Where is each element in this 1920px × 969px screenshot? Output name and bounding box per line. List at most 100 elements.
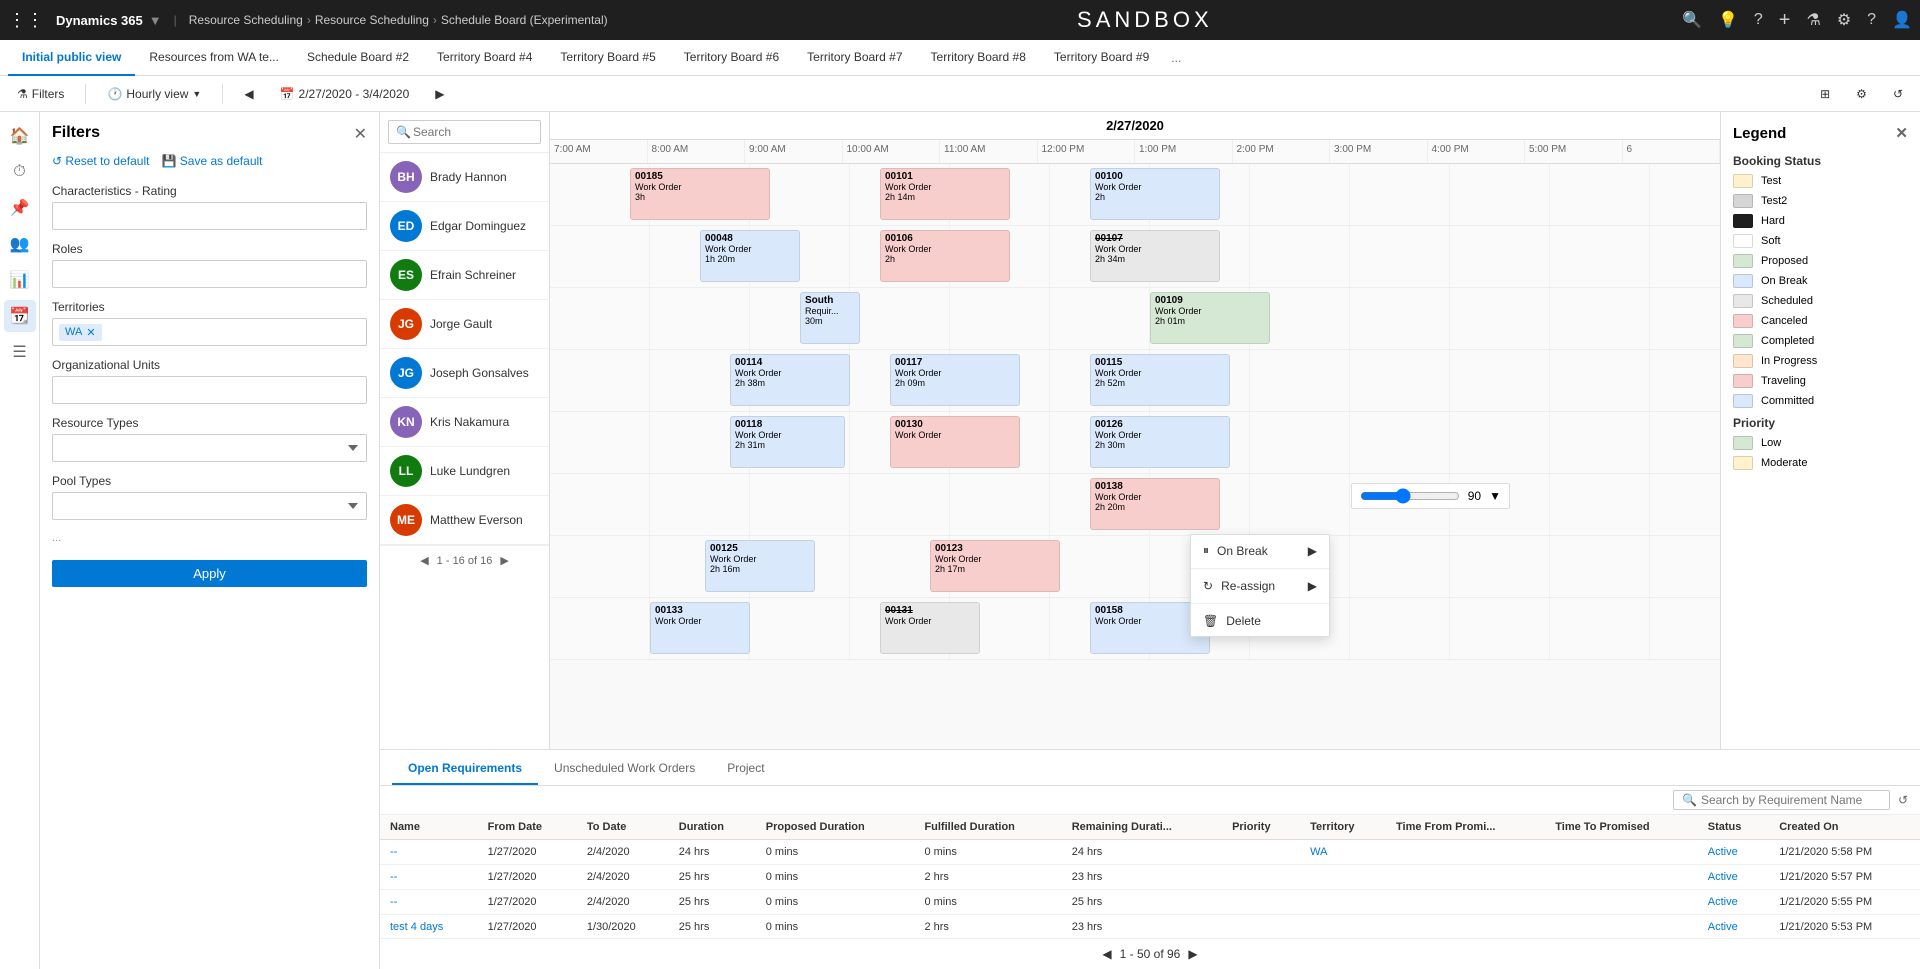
sidebar-home[interactable]: 🏠 [4, 120, 36, 152]
requirement-search-input[interactable] [1701, 793, 1881, 807]
work-order-block[interactable]: 00126Work Order2h 30m [1090, 416, 1230, 468]
status-link[interactable]: Active [1708, 871, 1738, 883]
plus-icon[interactable]: + [1779, 9, 1791, 32]
work-order-block[interactable]: 00115Work Order2h 52m [1090, 354, 1230, 406]
tab-more[interactable]: ... [1163, 51, 1189, 65]
territory-tag-remove[interactable]: ✕ [86, 326, 95, 339]
apps-icon[interactable]: ⋮⋮ [8, 10, 44, 31]
table-cell[interactable]: -- [380, 890, 478, 915]
requirement-link[interactable]: -- [390, 896, 397, 908]
prev-date-button[interactable]: ◀ [235, 82, 262, 106]
table-cell[interactable]: -- [380, 865, 478, 890]
resource-item[interactable]: BH Brady Hannon [380, 153, 549, 202]
chevron-down-icon2[interactable]: ▼ [1489, 489, 1501, 503]
expand-icon[interactable]: ⊞ [1811, 82, 1839, 106]
roles-input[interactable] [52, 260, 367, 288]
work-order-block[interactable]: 00131Work Order [880, 602, 980, 654]
refresh-icon[interactable]: ↺ [1884, 82, 1912, 106]
hourly-view-button[interactable]: 🕐 Hourly view ▼ [98, 82, 210, 106]
work-order-block[interactable]: 00123Work Order2h 17m [930, 540, 1060, 592]
filter-icon[interactable]: ⚗ [1806, 10, 1820, 30]
requirement-link[interactable]: test 4 days [390, 921, 443, 933]
table-cell[interactable]: -- [380, 840, 478, 865]
tab-schedule-board-2[interactable]: Schedule Board #2 [293, 40, 423, 76]
refresh-icon2[interactable]: ↺ [1898, 793, 1908, 807]
sidebar-recent[interactable]: ⏱ [4, 156, 36, 188]
requirement-link[interactable]: -- [390, 871, 397, 883]
sidebar-calendar[interactable]: 📆 [4, 300, 36, 332]
tab-territory-9[interactable]: Territory Board #9 [1040, 40, 1163, 76]
tab-territory-7[interactable]: Territory Board #7 [793, 40, 916, 76]
tab-resources-wa[interactable]: Resources from WA te... [135, 40, 293, 76]
work-order-block[interactable]: 00118Work Order2h 31m [730, 416, 845, 468]
characteristics-input[interactable] [52, 202, 367, 230]
work-order-block[interactable]: 00100Work Order2h [1090, 168, 1220, 220]
tab-territory-6[interactable]: Territory Board #6 [670, 40, 793, 76]
tab-open-requirements[interactable]: Open Requirements [392, 761, 538, 785]
resource-item[interactable]: JG Joseph Gonsalves [380, 349, 549, 398]
resource-item[interactable]: ME Matthew Everson [380, 496, 549, 545]
resource-types-select[interactable] [52, 434, 367, 462]
work-order-block[interactable]: 00185Work Order3h [630, 168, 770, 220]
lightbulb-icon[interactable]: 💡 [1718, 10, 1738, 30]
work-order-block[interactable]: 00138Work Order2h 20m [1090, 478, 1220, 530]
save-default-button[interactable]: 💾 Save as default [161, 154, 262, 168]
tab-territory-8[interactable]: Territory Board #8 [917, 40, 1040, 76]
filter-close-button[interactable]: ✕ [354, 124, 367, 144]
requirement-link[interactable]: -- [390, 846, 397, 858]
tab-initial-public-view[interactable]: Initial public view [8, 40, 135, 76]
brand-label[interactable]: Dynamics 365 ▼ [56, 13, 162, 28]
next-date-button[interactable]: ▶ [426, 82, 453, 106]
work-order-block[interactable]: 00101Work Order2h 14m [880, 168, 1010, 220]
user-icon[interactable]: 👤 [1892, 10, 1912, 30]
table-cell[interactable]: WA [1300, 840, 1386, 865]
zoom-slider[interactable] [1360, 488, 1460, 504]
table-cell[interactable] [1300, 915, 1386, 939]
resource-item[interactable]: KN Kris Nakamura [380, 398, 549, 447]
reset-button[interactable]: ↺ Reset to default [52, 154, 149, 168]
work-order-block[interactable]: 00125Work Order2h 16m [705, 540, 815, 592]
pool-types-select[interactable] [52, 492, 367, 520]
work-order-block[interactable]: 00106Work Order2h [880, 230, 1010, 282]
table-cell[interactable]: Active [1698, 865, 1770, 890]
table-cell[interactable]: Active [1698, 915, 1770, 939]
apply-button[interactable]: Apply [52, 560, 367, 587]
work-order-block[interactable]: 00117Work Order2h 09m [890, 354, 1020, 406]
prev-page-btn2[interactable]: ◀ [1102, 947, 1111, 961]
legend-close-button[interactable]: ✕ [1895, 124, 1908, 142]
work-order-block[interactable]: 00109Work Order2h 01m [1150, 292, 1270, 344]
help-icon[interactable]: ? [1867, 11, 1876, 29]
resource-item[interactable]: ES Efrain Schreiner [380, 251, 549, 300]
context-menu-reassign[interactable]: ↻ Re-assign ▶ [1191, 571, 1329, 601]
resource-item[interactable]: JG Jorge Gault [380, 300, 549, 349]
org-units-input[interactable] [52, 376, 367, 404]
table-cell[interactable] [1300, 865, 1386, 890]
sidebar-pinned[interactable]: 📌 [4, 192, 36, 224]
status-link[interactable]: Active [1708, 921, 1738, 933]
table-cell[interactable]: Active [1698, 890, 1770, 915]
question-icon[interactable]: ? [1754, 11, 1763, 29]
prev-page-btn[interactable]: ◀ [420, 554, 428, 567]
context-menu-on-break[interactable]: ⏸ On Break ▶ [1191, 535, 1329, 566]
context-menu-delete[interactable]: 🗑 Delete [1191, 606, 1329, 636]
table-cell[interactable]: test 4 days [380, 915, 478, 939]
work-order-block[interactable]: SouthRequir...30m [800, 292, 860, 344]
work-order-block[interactable]: 00130Work Order [890, 416, 1020, 468]
work-order-block[interactable]: 00048Work Order1h 20m [700, 230, 800, 282]
resource-item[interactable]: LL Luke Lundgren [380, 447, 549, 496]
sidebar-list[interactable]: ☰ [4, 336, 36, 368]
next-page-btn[interactable]: ▶ [500, 554, 508, 567]
table-cell[interactable] [1300, 890, 1386, 915]
territory-link[interactable]: WA [1310, 846, 1327, 858]
sidebar-people[interactable]: 👥 [4, 228, 36, 260]
settings2-icon[interactable]: ⚙ [1847, 82, 1876, 106]
sidebar-activity[interactable]: 📊 [4, 264, 36, 296]
work-order-block[interactable]: 00114Work Order2h 38m [730, 354, 850, 406]
tab-territory-5[interactable]: Territory Board #5 [546, 40, 669, 76]
tab-territory-4[interactable]: Territory Board #4 [423, 40, 546, 76]
resource-item[interactable]: ED Edgar Dominguez [380, 202, 549, 251]
date-range-label[interactable]: 📅 2/27/2020 - 3/4/2020 [271, 82, 419, 106]
tab-unscheduled-work-orders[interactable]: Unscheduled Work Orders [538, 761, 711, 785]
next-page-btn2[interactable]: ▶ [1188, 947, 1197, 961]
work-order-block[interactable]: 00107Work Order2h 34m [1090, 230, 1220, 282]
